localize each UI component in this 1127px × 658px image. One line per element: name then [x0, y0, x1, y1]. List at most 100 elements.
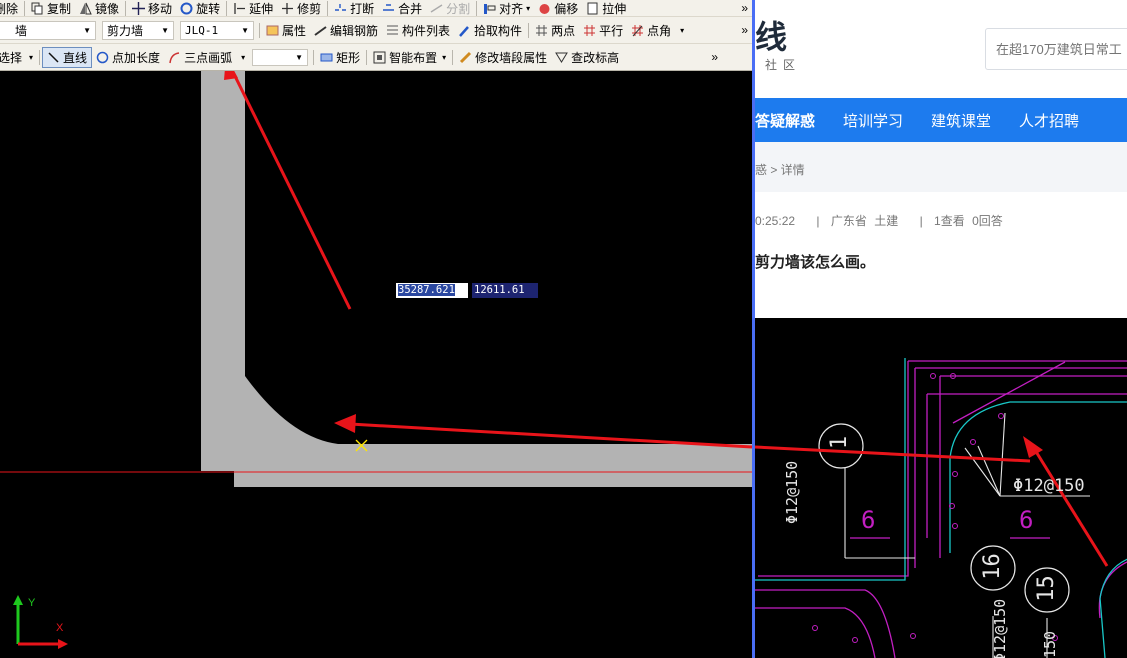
- nav-item-jobs[interactable]: 人才招聘: [1019, 110, 1079, 131]
- check-elevation-button[interactable]: 查改标高: [551, 44, 623, 70]
- modify-wall-segment-label: 修改墙段属性: [475, 50, 548, 65]
- pick-component-button[interactable]: 拾取构件: [454, 17, 526, 43]
- type-select[interactable]: 剪力墙 ▼: [102, 20, 174, 40]
- coordinate-x-input[interactable]: 35287.621: [396, 283, 468, 298]
- check-elevation-label: 查改标高: [571, 50, 620, 65]
- site-logo-subtitle: 社区: [765, 58, 802, 72]
- post-discipline: 土建: [874, 214, 899, 228]
- coordinate-y-input[interactable]: 12611.61: [472, 283, 538, 298]
- align-button[interactable]: 对齐 ▾: [479, 0, 534, 16]
- rotate-icon: [180, 2, 193, 14]
- smart-layout-button[interactable]: 智能布置 ▾: [369, 44, 450, 70]
- nav-item-qa[interactable]: 答疑解惑: [755, 110, 815, 131]
- meta-separator: |: [919, 214, 923, 228]
- point-length-button[interactable]: 点加长度: [92, 44, 164, 70]
- delete-label: 删除: [0, 1, 19, 16]
- offset-button[interactable]: 偏移: [534, 0, 582, 16]
- annotation-arrow-to-rebar-label: [1023, 436, 1109, 567]
- select-dropdown[interactable]: 选择 ▾: [0, 44, 37, 70]
- nav-item-training[interactable]: 培训学习: [843, 110, 903, 131]
- edit-rebar-label: 编辑钢筋: [330, 23, 379, 38]
- drawing-dimension-label-2: 6: [1019, 506, 1034, 534]
- modify-wall-segment-button[interactable]: 修改墙段属性: [455, 44, 551, 70]
- elevation-icon: [555, 52, 569, 63]
- toolbar-overflow-icon[interactable]: »: [741, 23, 748, 37]
- split-button[interactable]: 分割: [426, 0, 474, 16]
- arc-icon: [169, 51, 180, 63]
- properties-button[interactable]: 属性: [262, 17, 310, 43]
- rotate-label: 旋转: [196, 1, 221, 16]
- delete-button[interactable]: 删除: [0, 0, 22, 16]
- copy-icon: [31, 2, 43, 14]
- mirror-button[interactable]: 镜像: [75, 0, 123, 16]
- offset-label: 偏移: [554, 1, 579, 16]
- rect-button[interactable]: 矩形: [316, 44, 364, 70]
- break-button[interactable]: 打断: [330, 0, 378, 16]
- copy-button[interactable]: 复制: [27, 0, 75, 16]
- merge-button[interactable]: 合并: [378, 0, 426, 16]
- trim-button[interactable]: 修剪: [277, 0, 325, 16]
- break-label: 打断: [350, 1, 375, 16]
- break-icon: [335, 3, 347, 11]
- drawing-marker-label-15: 15: [1033, 575, 1059, 602]
- rect-label: 矩形: [336, 50, 361, 65]
- chevron-down-icon: ▼: [241, 25, 249, 35]
- drawing-rebar-label-4: 150: [1041, 630, 1059, 658]
- component-toolbar: 墙 ▼ 剪力墙 ▼ JLQ-1 ▼ 属性 编辑钢筋 构件列表 拾取构件 两点 平行 点…: [0, 17, 752, 44]
- merge-label: 合并: [398, 1, 423, 16]
- edit-rebar-button[interactable]: 编辑钢筋: [310, 17, 382, 43]
- brush-icon: [460, 51, 472, 63]
- align-label: 对齐: [499, 1, 524, 16]
- answer-count: 0回答: [972, 214, 1003, 228]
- smart-layout-label: 智能布置: [389, 50, 438, 65]
- category-select[interactable]: 墙 ▼: [0, 20, 96, 40]
- chevron-down-icon: ▼: [295, 52, 304, 62]
- component-list-label: 构件列表: [402, 23, 451, 38]
- question-attachment-image[interactable]: Φ12@150 Φ12@150 Φ12@150 150 1 16 15 6 6: [755, 318, 1127, 658]
- eyedropper-icon: [459, 25, 469, 37]
- edit-toolbar: 删除 复制 镜像 移动 旋转 延伸 修剪 打断 合并: [0, 0, 752, 17]
- parallel-label: 平行: [599, 23, 624, 38]
- chevron-down-icon: ▼: [161, 25, 169, 35]
- post-location: 广东省: [830, 214, 867, 228]
- stretch-label: 拉伸: [602, 1, 627, 16]
- split-label: 分割: [446, 1, 471, 16]
- mirror-label: 镜像: [95, 1, 120, 16]
- component-select[interactable]: JLQ-1 ▼: [180, 20, 254, 40]
- toolbar-overflow-icon[interactable]: »: [741, 1, 748, 15]
- search-input[interactable]: [996, 29, 1127, 69]
- component-list-button[interactable]: 构件列表: [382, 17, 454, 43]
- line-icon: [48, 51, 59, 63]
- move-button[interactable]: 移动: [128, 0, 176, 16]
- rotate-button[interactable]: 旋转: [176, 0, 224, 16]
- arc-option-select[interactable]: ▼: [252, 48, 309, 66]
- move-label: 移动: [148, 1, 173, 16]
- cad-application: 删除 复制 镜像 移动 旋转 延伸 修剪 打断 合并: [0, 0, 752, 658]
- line-button[interactable]: 直线: [42, 46, 93, 68]
- drawing-rebar-label-1: Φ12@150: [1013, 476, 1085, 496]
- list-icon: [387, 25, 399, 34]
- browser-web-page: 线 社区 答疑解惑 培训学习 建筑课堂 人才招聘 惑 > 详情 0:25:22 …: [752, 0, 1127, 658]
- site-logo[interactable]: 线: [755, 12, 788, 58]
- stretch-button[interactable]: 拉伸: [582, 0, 630, 16]
- post-time: 0:25:22: [755, 214, 796, 228]
- two-points-button[interactable]: 两点: [531, 17, 579, 43]
- toolbar-overflow-icon[interactable]: »: [711, 50, 718, 64]
- properties-icon: [266, 25, 279, 35]
- nav-item-classroom[interactable]: 建筑课堂: [931, 110, 991, 131]
- search-box[interactable]: [985, 28, 1127, 70]
- breadcrumb[interactable]: 惑 > 详情: [755, 142, 1127, 192]
- drawing-canvas[interactable]: Y X 35287.621 12611.61: [0, 56, 752, 658]
- parallel-button[interactable]: 平行: [579, 17, 627, 43]
- component-value: JLQ-1: [185, 23, 219, 37]
- smart-layout-icon: [373, 51, 386, 63]
- pick-component-label: 拾取构件: [474, 23, 523, 38]
- coordinate-x-value: 35287.621: [398, 284, 455, 296]
- drawing-marker-label-1: 1: [827, 435, 853, 450]
- point-angle-icon: [632, 24, 644, 36]
- point-angle-button[interactable]: 点角 ▾: [627, 17, 688, 43]
- drawing-rebar-label-2: Φ12@150: [783, 460, 801, 524]
- extend-button[interactable]: 延伸: [229, 0, 277, 16]
- three-point-arc-button[interactable]: 三点画弧 ▾: [164, 44, 249, 70]
- point-length-icon: [96, 51, 109, 63]
